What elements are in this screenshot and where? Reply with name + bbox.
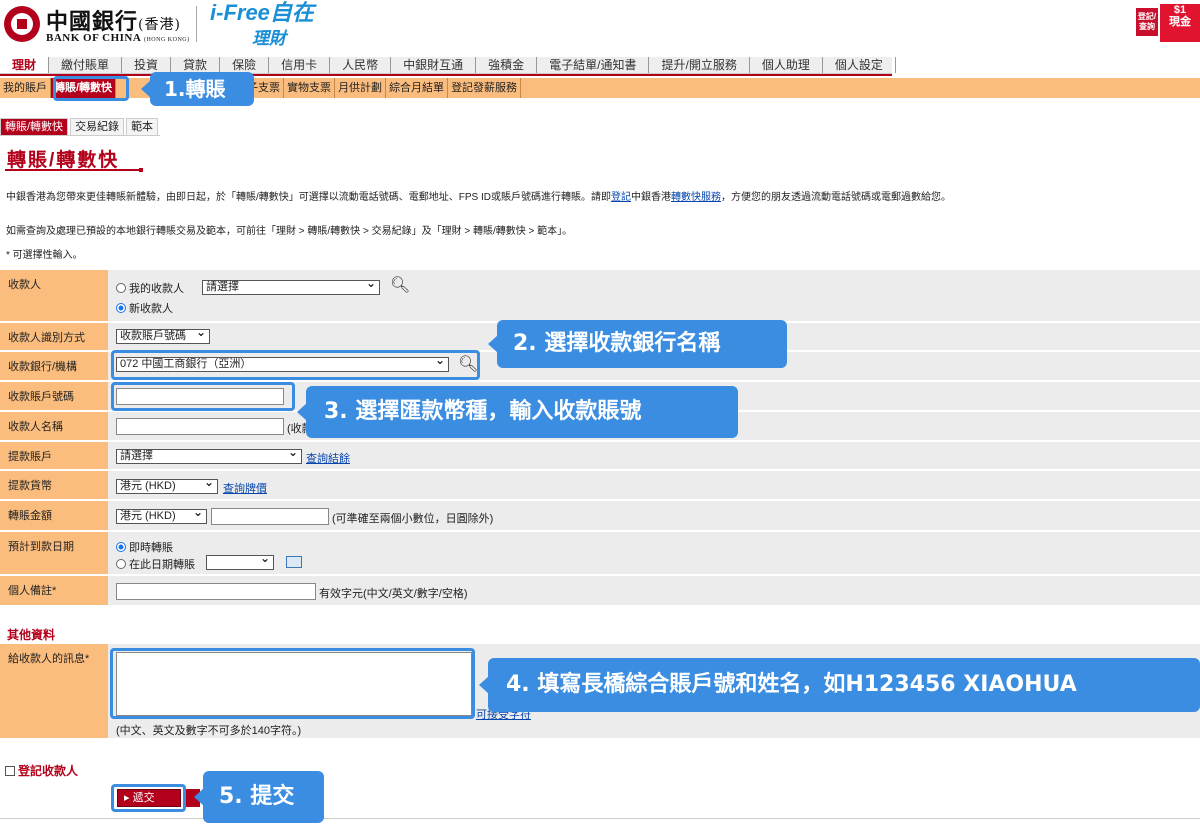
highlight-transfer-tab — [53, 76, 129, 101]
my-payee-select[interactable]: 請選擇 — [202, 277, 380, 295]
promo-banner[interactable]: 登記/查詢 $1 現金 — [1136, 4, 1200, 42]
highlight-account-input — [111, 382, 295, 411]
main-nav-bills[interactable]: 繳付賬單 — [49, 57, 123, 73]
main-nav-rmb[interactable]: 人民幣 — [330, 57, 392, 73]
row-date: 預計到款日期 即時轉賬 在此日期轉賬 — [0, 532, 1200, 575]
sub-nav-cheque[interactable]: 實物支票 — [284, 78, 336, 98]
highlight-message-textarea — [110, 648, 475, 719]
sub-nav-my-accounts[interactable]: 我的賬戶 — [0, 78, 51, 98]
memo-input[interactable] — [116, 583, 316, 600]
debit-account-label: 提款賬戶 — [0, 442, 108, 469]
fps-service-link[interactable]: 轉數快服務 — [671, 192, 721, 203]
tab-records[interactable]: 交易紀錄 — [70, 118, 125, 135]
promo-left: 登記/查詢 — [1136, 8, 1158, 36]
intro-paragraph-1: 中銀香港為您帶來更佳轉賬新體驗，由即日起，於「轉賬/轉數快」可選擇以流動電話號碼… — [6, 192, 952, 203]
main-nav-invest[interactable]: 投資 — [122, 57, 172, 73]
bank-label: 收款銀行/機構 — [0, 352, 108, 380]
logo-divider — [196, 6, 197, 42]
radio-icon — [116, 559, 126, 569]
radio-scheduled[interactable]: 在此日期轉賬 — [116, 556, 195, 572]
sub-nav-monthly-plan[interactable]: 月供計劃 — [335, 78, 387, 98]
search-icon[interactable]: 🔍︎ — [390, 275, 410, 295]
row-debit-currency: 提款貨幣 港元 (HKD) 查詢牌價 — [0, 471, 1200, 500]
callout-step-1: 1.轉賬 — [141, 72, 254, 106]
message-label: 給收款人的訊息* — [0, 644, 108, 738]
payee-name-label: 收款人名稱 — [0, 412, 108, 440]
memo-label: 個人備註* — [0, 576, 108, 605]
main-nav: 理財 繳付賬單 投資 貸款 保險 信用卡 人民幣 中銀財互通 強積金 電子結單/… — [0, 57, 896, 74]
check-balance-link[interactable]: 查詢結餘 — [306, 450, 350, 466]
row-debit-account: 提款賬戶 請選擇 查詢結餘 — [0, 442, 1200, 470]
promo-right: $1 現金 — [1160, 4, 1200, 42]
main-nav-insurance[interactable]: 保險 — [220, 57, 270, 73]
calendar-icon[interactable] — [286, 556, 302, 568]
other-info-title: 其他資料 — [7, 628, 56, 642]
check-rate-link[interactable]: 查詢牌價 — [223, 480, 267, 496]
boc-logo-icon — [4, 6, 40, 42]
main-nav-assistant[interactable]: 個人助理 — [750, 57, 823, 73]
row-amount: 轉賬金額 港元 (HKD) (可準確至兩個小數位，日圓除外) — [0, 501, 1200, 531]
radio-new-payee[interactable]: 新收款人 — [116, 300, 173, 316]
intro-paragraph-2: 如需查詢及處理已預設的本地銀行轉賬交易及範本，可前往「理財 > 轉賬/轉數快 >… — [6, 226, 573, 237]
main-nav-mpf[interactable]: 強積金 — [476, 57, 538, 73]
id-method-select[interactable]: 收款賬戶號碼 — [116, 326, 210, 344]
debit-currency-select[interactable]: 港元 (HKD) — [116, 476, 218, 494]
ifree-logo-sub: 理財 — [252, 29, 286, 48]
main-nav-boc-connect[interactable]: 中銀財互通 — [391, 57, 477, 73]
callout-step-2: 2. 選擇收款銀行名稱 — [488, 320, 787, 368]
account-label: 收款賬戶號碼 — [0, 382, 108, 410]
radio-my-payee[interactable]: 我的收款人 — [116, 280, 184, 296]
header: 中國銀行(香港) BANK OF CHINA (HONG KONG) i-Fre… — [0, 0, 1200, 48]
debit-currency-label: 提款貨幣 — [0, 471, 108, 499]
amount-currency-select[interactable]: 港元 (HKD) — [116, 506, 207, 524]
memo-hint: 有效字元(中文/英文/數字/空格) — [319, 588, 468, 600]
id-method-label: 收款人識別方式 — [0, 323, 108, 350]
logo-english: BANK OF CHINA (HONG KONG) — [46, 32, 190, 44]
main-nav-loans[interactable]: 貸款 — [171, 57, 221, 73]
radio-selected-icon — [116, 303, 126, 313]
title-underline — [5, 168, 143, 172]
highlight-submit-button — [111, 784, 186, 812]
row-payee: 收款人 我的收款人 請選擇 🔍︎ 新收款人 — [0, 270, 1200, 322]
radio-selected-icon — [116, 542, 126, 552]
main-nav-credit-card[interactable]: 信用卡 — [269, 57, 331, 73]
callout-step-5: 5. 提交 — [194, 771, 324, 823]
payee-label: 收款人 — [0, 270, 108, 321]
amount-input[interactable] — [211, 508, 329, 525]
register-payee-checkbox[interactable]: 登記收款人 — [5, 762, 78, 779]
ifree-logo: i-Free自在 — [210, 0, 314, 25]
amount-label: 轉賬金額 — [0, 501, 108, 530]
highlight-bank-select — [111, 350, 480, 380]
message-hint: (中文、英文及數字不可多於140字符。) — [116, 725, 302, 737]
date-label: 預計到款日期 — [0, 532, 108, 574]
radio-immediate[interactable]: 即時轉賬 — [116, 539, 173, 555]
main-nav-estatement[interactable]: 電子結單/通知書 — [537, 57, 650, 73]
amount-hint: (可準確至兩個小數位，日圓除外) — [332, 513, 494, 525]
main-nav-settings[interactable]: 個人設定 — [823, 57, 896, 73]
main-nav-wealth[interactable]: 理財 — [0, 57, 50, 73]
nav-red-line — [0, 74, 892, 76]
radio-icon — [116, 283, 126, 293]
tab-transfer[interactable]: 轉賬/轉數快 — [0, 118, 69, 135]
tab-templates[interactable]: 範本 — [126, 118, 159, 135]
payee-name-input[interactable] — [116, 418, 284, 435]
bottom-divider — [0, 818, 1200, 819]
callout-step-4: 4. 填寫長橋綜合賬戶號和姓名，如H123456 XIAOHUA — [479, 658, 1200, 712]
callout-step-3: 3. 選擇匯款幣種，輸入收款賬號 — [297, 386, 738, 438]
debit-account-select[interactable]: 請選擇 — [116, 446, 302, 464]
checkbox-icon — [5, 766, 15, 776]
sub-nav-statement[interactable]: 綜合月結單 — [386, 78, 449, 98]
optional-note: * 可選擇性輸入。 — [6, 250, 83, 261]
row-memo: 個人備註* 有效字元(中文/英文/數字/空格) — [0, 576, 1200, 606]
date-select[interactable] — [206, 552, 274, 570]
register-link[interactable]: 登記 — [611, 192, 631, 203]
sub-tabs: 轉賬/轉數快 交易紀錄 範本 — [0, 118, 161, 136]
sub-nav-payroll[interactable]: 登記發薪服務 — [448, 78, 522, 98]
page-title: 轉賬/轉數快 — [7, 150, 120, 171]
main-nav-upgrade[interactable]: 提升/開立服務 — [649, 57, 750, 73]
